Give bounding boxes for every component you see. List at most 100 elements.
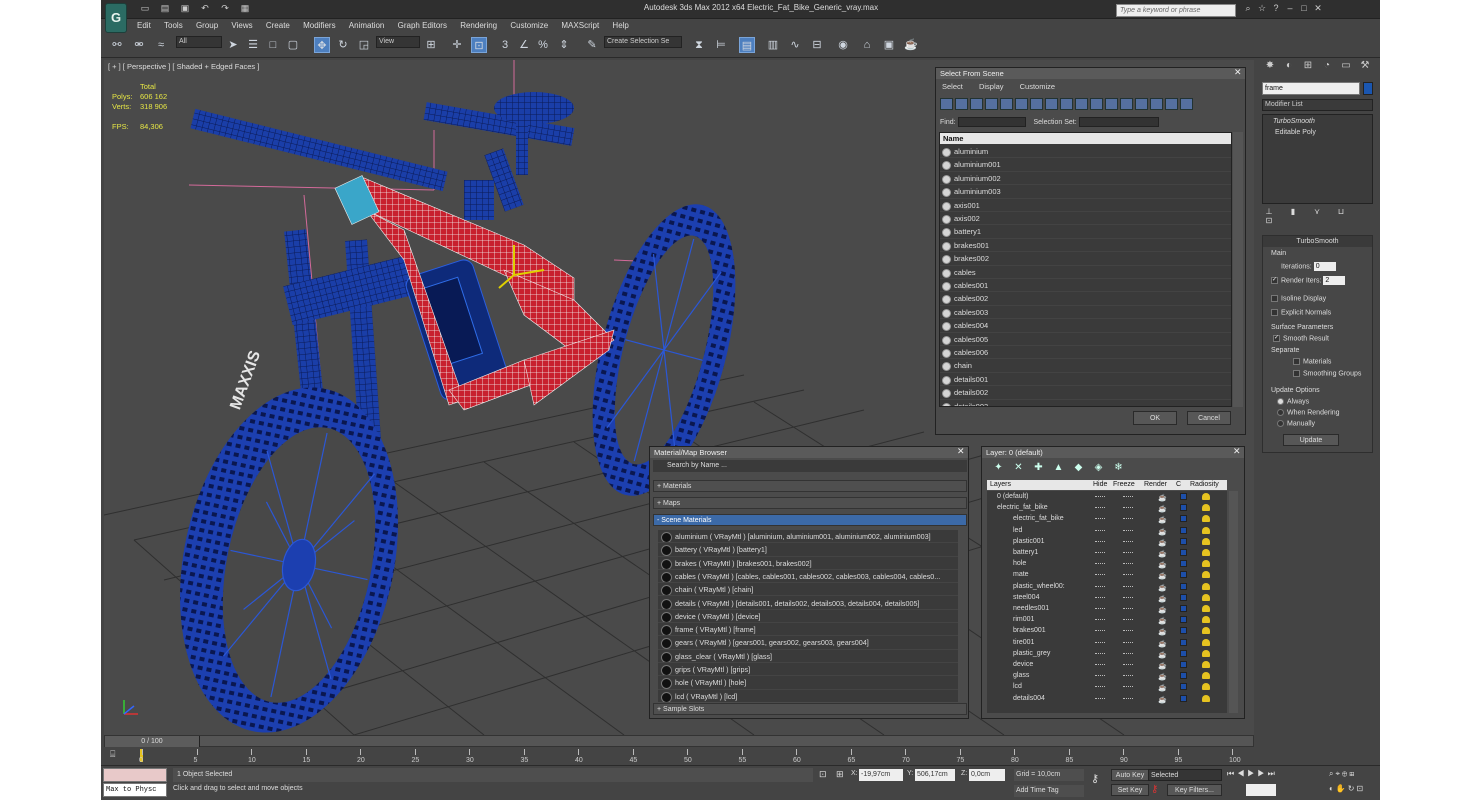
add-time-tag[interactable]: Add Time Tag	[1014, 785, 1084, 797]
hide-toggle[interactable]	[1095, 664, 1105, 665]
hide-toggle[interactable]	[1095, 630, 1105, 632]
object-list-item[interactable]: details003	[940, 400, 1231, 406]
time-slider[interactable]: 0 / 100	[104, 735, 1254, 747]
freeze-toggle[interactable]	[1123, 652, 1133, 654]
menu-maxscript[interactable]: MAXScript	[561, 19, 599, 33]
close-icon[interactable]: ✕	[1233, 447, 1242, 456]
viewport-nav-controls[interactable]: ⌕⌖⊕⊞	[1329, 769, 1356, 779]
layer-color-swatch[interactable]	[1180, 627, 1187, 635]
track-bar[interactable]: ⌸ 0 5 10 15 20 25 30 35 40 45 50 55 60 65 70 75 80 85 90 95…	[104, 747, 1254, 765]
hide-toggle[interactable]	[1095, 574, 1105, 576]
display-lights-icon[interactable]	[970, 98, 983, 110]
layer-color-swatch[interactable]	[1180, 582, 1187, 590]
iterations-spinner[interactable]: 0	[1313, 262, 1336, 271]
open-file-icon[interactable]: ▤	[159, 3, 171, 14]
new-layer-icon[interactable]: ✦	[992, 462, 1005, 473]
freeze-toggle[interactable]	[1123, 686, 1133, 688]
menu-graph-editors[interactable]: Graph Editors	[398, 19, 447, 33]
binoculars-icon[interactable]: ⌕	[1241, 3, 1255, 14]
snaps-toggle-icon[interactable]: 3	[497, 37, 513, 53]
schematic-view-icon[interactable]: ⊟	[809, 37, 825, 53]
find-input[interactable]	[957, 117, 1026, 127]
object-color-swatch[interactable]	[1363, 82, 1373, 95]
new-file-icon[interactable]: ▭	[139, 3, 151, 14]
z-coordinate-field[interactable]: 0,0cm	[969, 769, 1005, 781]
curve-editor-icon[interactable]: ∿	[787, 37, 803, 53]
when-rendering-radio[interactable]	[1277, 409, 1284, 416]
hide-toggle[interactable]	[1095, 540, 1105, 542]
turbosmooth-rollout-header[interactable]: TurboSmooth	[1263, 236, 1372, 247]
object-list-item[interactable]: aluminium002	[940, 172, 1231, 186]
scene-material-item[interactable]: grips ( VRayMtl ) [grips]	[658, 663, 958, 677]
select-scale-icon[interactable]: ◲	[356, 37, 372, 53]
freeze-toggle[interactable]	[1123, 552, 1133, 553]
radiosity-bulb-icon[interactable]	[1202, 571, 1210, 579]
layer-row[interactable]: led ☕	[987, 525, 1227, 536]
hide-toggle[interactable]	[1095, 596, 1105, 598]
menu-tools[interactable]: Tools	[164, 19, 183, 33]
search-input[interactable]: Type a keyword or phrase	[1116, 4, 1236, 17]
scene-material-item[interactable]: device ( VRayMtl ) [device]	[658, 610, 958, 624]
add-to-layer-icon[interactable]: ✚	[1032, 462, 1045, 473]
close-icon[interactable]: ✕	[957, 447, 966, 456]
smoothing-groups-checkbox[interactable]	[1293, 370, 1300, 377]
object-list-item[interactable]: cables005	[940, 333, 1231, 346]
hide-toggle[interactable]	[1095, 585, 1105, 587]
freeze-toggle[interactable]	[1123, 675, 1133, 677]
radiosity-bulb-icon[interactable]	[1202, 526, 1210, 534]
freeze-toggle[interactable]	[1123, 697, 1133, 699]
freeze-toggle[interactable]	[1123, 619, 1133, 621]
pivot-center-icon[interactable]: ⊞	[423, 37, 439, 53]
menu-group[interactable]: Group	[196, 19, 218, 33]
pin-stack-icon[interactable]: ⊥	[1262, 207, 1276, 216]
viewport-nav-controls-2[interactable]: ◐✋↻⊡	[1329, 784, 1365, 793]
freeze-toggle[interactable]	[1123, 608, 1133, 609]
create-tab-icon[interactable]: ✸	[1262, 60, 1278, 76]
freeze-toggle[interactable]	[1123, 585, 1133, 587]
radiosity-bulb-icon[interactable]	[1202, 605, 1210, 612]
col-layers[interactable]: Layers	[990, 480, 1011, 490]
object-list-item[interactable]: cables001	[940, 279, 1231, 293]
menu-help[interactable]: Help	[612, 19, 628, 33]
layer-scrollbar[interactable]	[1229, 491, 1238, 713]
hide-toggle[interactable]	[1095, 608, 1105, 609]
manually-radio[interactable]	[1277, 420, 1284, 427]
layer-row[interactable]: lcd ☕	[987, 681, 1227, 692]
radiosity-bulb-icon[interactable]	[1202, 661, 1210, 668]
display-tab-icon[interactable]: ▭	[1338, 60, 1354, 76]
radiosity-bulb-icon[interactable]	[1202, 683, 1210, 691]
hide-toggle[interactable]	[1095, 563, 1105, 565]
angle-snap-icon[interactable]: ∠	[516, 37, 532, 53]
app-logo[interactable]: G	[105, 3, 127, 33]
layer-row[interactable]: 0 (default) ☕	[987, 491, 1227, 502]
layer-row[interactable]: glass ☕	[987, 670, 1227, 681]
display-helpers-icon[interactable]	[1000, 98, 1013, 110]
scene-material-item[interactable]: chain ( VRayMtl ) [chain]	[658, 583, 958, 597]
radiosity-bulb-icon[interactable]	[1202, 549, 1210, 556]
select-in-layer-icon[interactable]: ▲	[1052, 462, 1065, 473]
layer-row[interactable]: tire001 ☕	[987, 637, 1227, 648]
key-filters-button[interactable]: Key Filters...	[1167, 784, 1222, 796]
freeze-toggle[interactable]	[1123, 596, 1133, 598]
radiosity-bulb-icon[interactable]	[1202, 504, 1210, 512]
set-key-icon[interactable]: ⚷	[1151, 784, 1158, 795]
hide-toggle[interactable]	[1095, 686, 1105, 688]
always-radio[interactable]	[1277, 398, 1284, 405]
mmb-search-input[interactable]: Search by Name ...	[653, 460, 967, 472]
ref-coord-dropdown[interactable]: View	[376, 36, 420, 48]
sfs-scrollbar[interactable]	[1233, 132, 1243, 407]
name-column-header[interactable]: Name	[940, 133, 1231, 144]
radiosity-bulb-icon[interactable]	[1202, 493, 1210, 500]
hide-toggle[interactable]	[1095, 496, 1105, 497]
hide-toggle[interactable]	[1095, 652, 1105, 654]
materials-section[interactable]: + Materials	[653, 480, 967, 492]
display-shapes-icon[interactable]	[955, 98, 968, 110]
highlight-layer-icon[interactable]: ◆	[1072, 462, 1085, 473]
radiosity-bulb-icon[interactable]	[1202, 616, 1210, 624]
layer-color-swatch[interactable]	[1180, 593, 1187, 601]
hierarchy-tab-icon[interactable]: ⊞	[1300, 60, 1316, 76]
motion-tab-icon[interactable]: ◔	[1319, 60, 1335, 76]
menu-modifiers[interactable]: Modifiers	[303, 19, 335, 33]
configure-modifier-sets-icon[interactable]: ⊡	[1262, 216, 1276, 225]
layer-color-swatch[interactable]	[1180, 537, 1187, 545]
